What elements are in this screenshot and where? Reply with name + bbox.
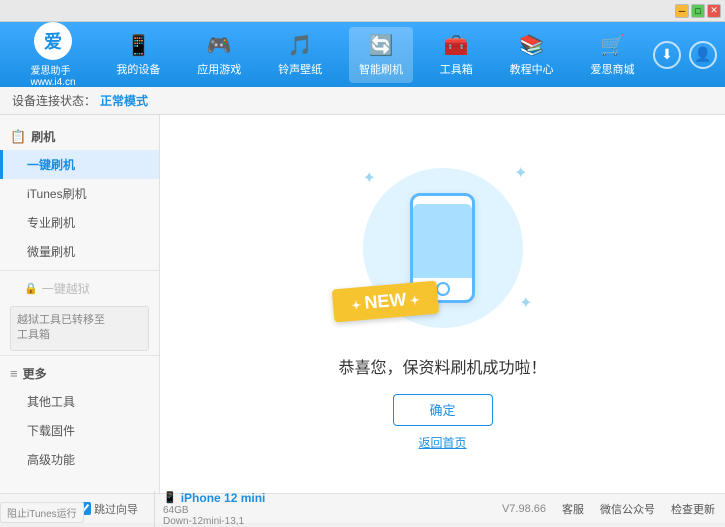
lock-icon: 🔒 — [24, 282, 38, 295]
minimize-button[interactable]: ─ — [675, 4, 689, 18]
check-update-link[interactable]: 检查更新 — [671, 501, 715, 517]
more-section-header: ≡ 更多 — [0, 360, 159, 387]
sidebar-item-other-tools[interactable]: 其他工具 — [0, 387, 159, 416]
sidebar-item-pro-flash[interactable]: 专业刷机 — [0, 208, 159, 237]
download-button[interactable]: ⬇ — [653, 41, 681, 69]
top-nav: 爱 爱思助手 www.i4.cn 📱 我的设备 🎮 应用游戏 🎵 铃声壁纸 🔄 … — [0, 22, 725, 87]
itunes-status[interactable]: 阻止iTunes运行 — [0, 502, 84, 523]
nav-right: ⬇ 👤 — [653, 41, 717, 69]
toolbox-icon: 🧰 — [444, 33, 469, 58]
nav-smart-flash[interactable]: 🔄 智能刷机 — [349, 27, 413, 83]
my-device-icon: 📱 — [126, 33, 151, 58]
service-link[interactable]: 客服 — [562, 501, 584, 517]
nav-my-device[interactable]: 📱 我的设备 — [106, 27, 170, 83]
success-illustration: NEW ✦ ✦ ✦ — [343, 158, 543, 338]
device-info: 📱 iPhone 12 mini 64GB Down-12mini-13,1 — [154, 491, 265, 527]
maximize-button[interactable]: □ — [691, 4, 705, 18]
nav-items: 📱 我的设备 🎮 应用游戏 🎵 铃声壁纸 🔄 智能刷机 🧰 工具箱 📚 教程中心… — [98, 22, 653, 87]
jailbreak-section: 🔒 一键越狱 越狱工具已转移至工具箱 — [0, 275, 159, 351]
ringtones-icon: 🎵 — [288, 33, 313, 58]
apps-games-icon: 🎮 — [207, 33, 232, 58]
nav-apps-games-label: 应用游戏 — [197, 61, 241, 77]
device-storage: 64GB — [163, 505, 265, 516]
logo-icon: 爱 — [34, 22, 72, 60]
nav-shop[interactable]: 🛒 爱思商城 — [580, 27, 644, 83]
main-layout: 📋 刷机 一键刷机 iTunes刷机 专业刷机 微量刷机 🔒 一键越狱 — [0, 115, 725, 493]
status-label: 设备连接状态： — [12, 92, 96, 109]
title-bar: ─ □ ✕ — [0, 0, 725, 22]
phone-home-btn — [436, 282, 450, 296]
close-button[interactable]: ✕ — [707, 4, 721, 18]
success-title: 恭喜您，保资料刷机成功啦！ — [338, 354, 546, 378]
more-section-icon: ≡ — [10, 366, 18, 381]
jailbreak-notice: 越狱工具已转移至工具箱 — [10, 306, 149, 351]
sidebar-item-micro-flash[interactable]: 微量刷机 — [0, 237, 159, 266]
version-text: V7.98.66 — [502, 503, 546, 515]
shop-icon: 🛒 — [600, 33, 625, 58]
skip-wizard-checkbox[interactable]: 跳过向导 — [78, 501, 138, 517]
sidebar-item-one-click-flash[interactable]: 一键刷机 — [0, 150, 159, 179]
home-link[interactable]: 返回首页 — [418, 434, 466, 451]
nav-my-device-label: 我的设备 — [116, 61, 160, 77]
divider-1 — [0, 270, 159, 271]
flash-section: 📋 刷机 一键刷机 iTunes刷机 专业刷机 微量刷机 — [0, 123, 159, 266]
nav-apps-games[interactable]: 🎮 应用游戏 — [187, 27, 251, 83]
confirm-button[interactable]: 确定 — [393, 394, 493, 426]
jailbreak-header: 🔒 一键越狱 — [0, 275, 159, 302]
flash-section-icon: 📋 — [10, 129, 26, 145]
device-model: Down-12mini-13,1 — [163, 516, 265, 527]
tutorials-icon: 📚 — [519, 33, 544, 58]
nav-shop-label: 爱思商城 — [590, 61, 634, 77]
user-button[interactable]: 👤 — [689, 41, 717, 69]
nav-toolbox[interactable]: 🧰 工具箱 — [430, 27, 483, 83]
nav-ringtones[interactable]: 🎵 铃声壁纸 — [268, 27, 332, 83]
content-area: NEW ✦ ✦ ✦ 恭喜您，保资料刷机成功啦！ 确定 返回首页 — [160, 115, 725, 493]
bottom-bar: 阻止iTunes运行 自动敲送 跳过向导 📱 iPhone 12 mini 64… — [0, 493, 725, 523]
nav-tutorials-label: 教程中心 — [510, 61, 554, 77]
bottom-right: V7.98.66 客服 微信公众号 检查更新 — [502, 501, 715, 517]
phone-screen — [413, 204, 472, 278]
nav-smart-flash-label: 智能刷机 — [359, 61, 403, 77]
sidebar-item-itunes-flash[interactable]: iTunes刷机 — [0, 179, 159, 208]
status-bar: 设备连接状态： 正常模式 — [0, 87, 725, 115]
logo-text: 爱思助手 www.i4.cn — [30, 62, 75, 88]
more-section: ≡ 更多 其他工具 下载固件 高级功能 — [0, 360, 159, 474]
nav-ringtones-label: 铃声壁纸 — [278, 61, 322, 77]
logo-area: 爱 爱思助手 www.i4.cn — [8, 22, 98, 88]
flash-section-header: 📋 刷机 — [0, 123, 159, 150]
divider-2 — [0, 355, 159, 356]
wechat-link[interactable]: 微信公众号 — [600, 501, 655, 517]
device-name: iPhone 12 mini — [181, 491, 266, 505]
nav-toolbox-label: 工具箱 — [440, 61, 473, 77]
sparkle-bottom-right: ✦ — [519, 293, 532, 313]
sidebar-item-download-firmware[interactable]: 下载固件 — [0, 416, 159, 445]
sidebar: 📋 刷机 一键刷机 iTunes刷机 专业刷机 微量刷机 🔒 一键越狱 — [0, 115, 160, 493]
smart-flash-icon: 🔄 — [369, 33, 394, 58]
nav-tutorials[interactable]: 📚 教程中心 — [500, 27, 564, 83]
status-value: 正常模式 — [100, 92, 148, 109]
sparkle-top-left: ✦ — [363, 168, 376, 188]
sidebar-item-advanced[interactable]: 高级功能 — [0, 445, 159, 474]
sparkle-top-right: ✦ — [514, 163, 527, 183]
phone-icon: 📱 — [163, 491, 177, 504]
